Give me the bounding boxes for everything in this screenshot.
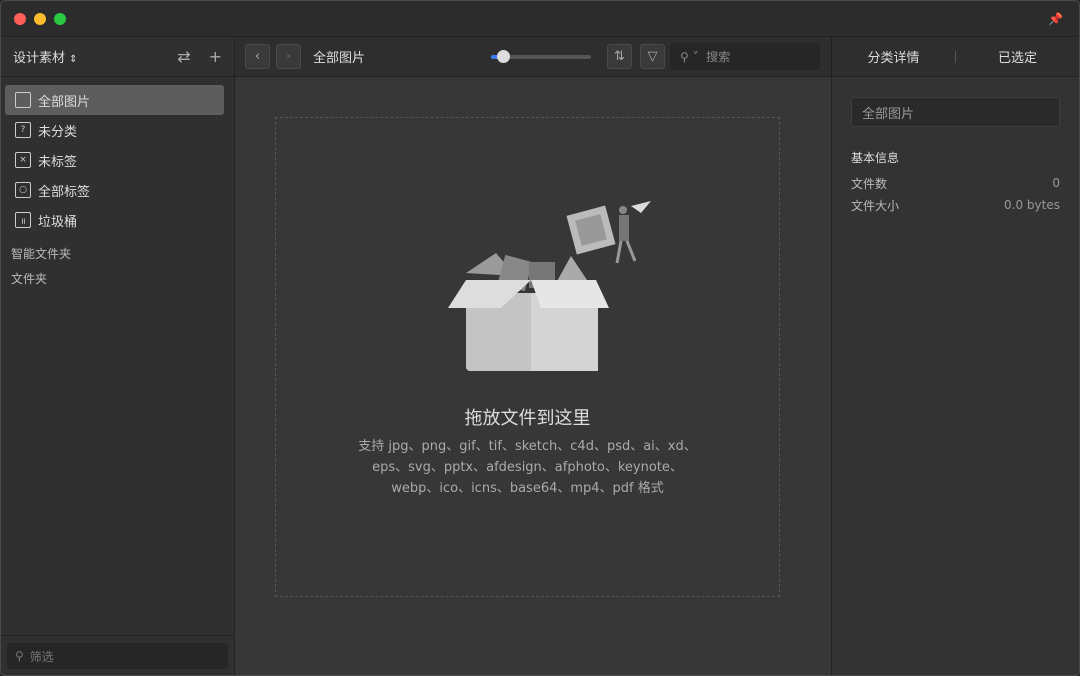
sidebar-item-trash[interactable]: ॥ 垃圾桶: [5, 205, 224, 235]
minimize-button[interactable]: [34, 13, 46, 25]
library-switcher[interactable]: 设计素材 ⇕: [13, 47, 78, 66]
sidebar-item-all-images[interactable]: 全部图片: [5, 85, 224, 115]
tag-icon: ○: [15, 182, 31, 198]
chevron-updown-icon: ⇕: [69, 54, 77, 65]
sidebar-item-label: 未标签: [38, 151, 77, 170]
sort-button[interactable]: ⇅: [607, 44, 632, 69]
sidebar-item-label: 全部标签: [38, 181, 90, 200]
filter-placeholder: 筛选: [30, 648, 54, 665]
filter-button[interactable]: ▽: [640, 44, 665, 69]
section-heading: 基本信息: [851, 149, 1060, 166]
inspector-panel: 分类详情 已选定 全部图片 基本信息 文件数 0 文件大小 0.0 bytes: [831, 37, 1079, 675]
sidebar-item-untagged[interactable]: × 未标签: [5, 145, 224, 175]
main-area: ‹ › 全部图片 ⇅ ▽ ⚲ ˅ 搜索 拖放文件到这里 支持 jpg、png、g…: [235, 37, 831, 675]
pin-icon[interactable]: 📌: [1048, 12, 1063, 26]
breadcrumb: 全部图片: [313, 47, 365, 66]
search-placeholder: 搜索: [706, 48, 730, 65]
tab-category-details[interactable]: 分类详情: [832, 47, 955, 66]
sidebar-item-label: 全部图片: [38, 91, 90, 110]
empty-box-illustration: [441, 198, 651, 378]
untagged-icon: ×: [15, 152, 31, 168]
back-button[interactable]: ‹: [245, 44, 270, 69]
sidebar-item-all-tags[interactable]: ○ 全部标签: [5, 175, 224, 205]
library-name: 设计素材: [13, 51, 65, 66]
drop-description: 支持 jpg、png、gif、tif、sketch、c4d、psd、ai、xd、…: [356, 436, 699, 499]
sidebar: 设计素材 ⇕ ⇄ + 全部图片 ? 未分类 × 未标签 ○ 全部标签 ॥ 垃圾桶 智能文…: [1, 37, 235, 675]
question-icon: ?: [15, 122, 31, 138]
search-icon: ⚲ ˅: [680, 50, 699, 64]
sidebar-item-uncategorized[interactable]: ? 未分类: [5, 115, 224, 145]
sidebar-item-label: 垃圾桶: [38, 211, 77, 230]
info-label: 文件数: [851, 175, 887, 192]
title-bar: 📌: [1, 1, 1079, 37]
info-label: 文件大小: [851, 197, 899, 214]
info-row-size: 文件大小 0.0 bytes: [851, 194, 1060, 216]
app-window: 📌 设计素材 ⇕ ⇄ + 全部图片 ? 未分类 × 未标签 ○ 全部标签 ॥ 垃圾桶 智…: [0, 0, 1080, 676]
drop-title: 拖放文件到这里: [276, 404, 779, 430]
sidebar-item-label: 未分类: [38, 121, 77, 140]
slider-handle[interactable]: [497, 50, 510, 63]
category-name-field[interactable]: 全部图片: [851, 97, 1060, 127]
info-row-count: 文件数 0: [851, 172, 1060, 194]
search-input[interactable]: ⚲ ˅ 搜索: [670, 43, 820, 70]
section-folders[interactable]: 文件夹: [1, 260, 234, 285]
tab-selected[interactable]: 已选定: [956, 47, 1079, 66]
archive-icon: [15, 92, 31, 108]
forward-button[interactable]: ›: [276, 44, 301, 69]
section-smart-folders[interactable]: 智能文件夹: [1, 235, 234, 260]
info-value: 0: [1052, 176, 1060, 190]
swap-icon[interactable]: ⇄: [177, 47, 190, 66]
thumbnail-size-slider[interactable]: [491, 55, 591, 59]
info-value: 0.0 bytes: [1004, 198, 1060, 212]
close-button[interactable]: [14, 13, 26, 25]
zoom-button[interactable]: [54, 13, 66, 25]
drop-zone[interactable]: 拖放文件到这里 支持 jpg、png、gif、tif、sketch、c4d、ps…: [275, 117, 780, 597]
add-icon[interactable]: +: [209, 47, 222, 66]
trash-icon: ॥: [15, 212, 31, 228]
search-icon: ⚲: [15, 649, 24, 663]
filter-input[interactable]: ⚲ 筛选: [7, 643, 228, 669]
